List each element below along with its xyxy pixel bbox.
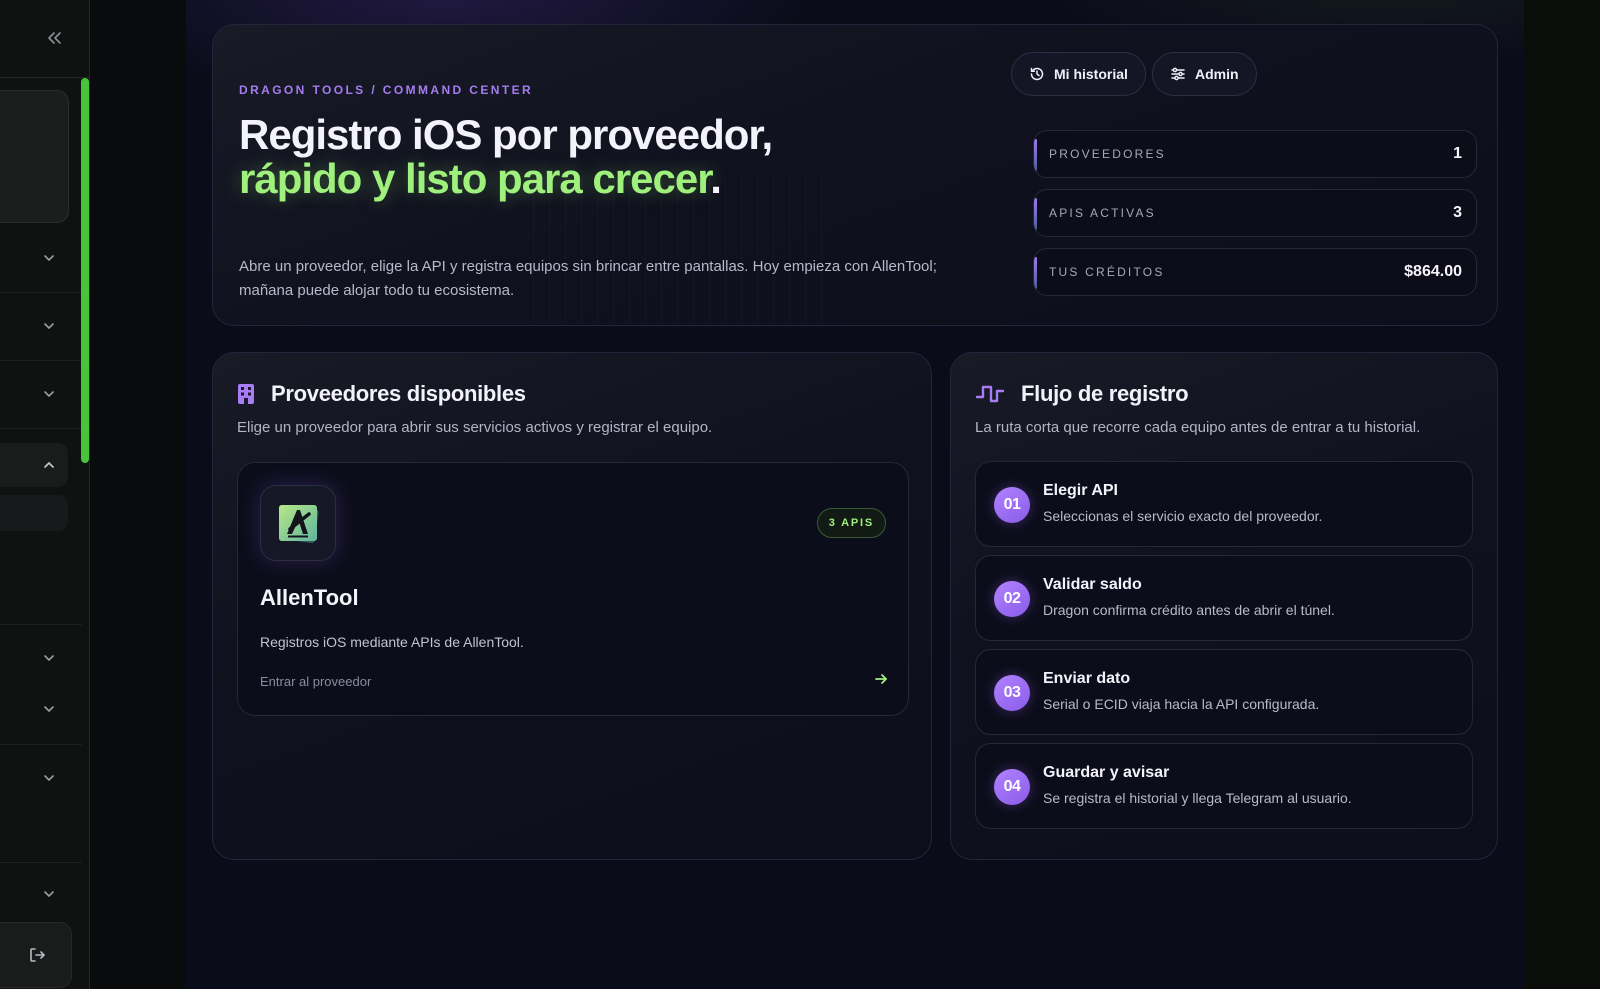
step-number: 04 xyxy=(994,769,1030,805)
provider-name: AllenTool xyxy=(260,585,359,610)
sidebar-divider xyxy=(0,77,90,78)
sliders-icon xyxy=(1171,67,1185,81)
chevron-down-icon xyxy=(44,891,54,897)
main-content: DRAGON TOOLS / COMMAND CENTER Registro i… xyxy=(186,0,1524,989)
step-description: Se registra el historial y llega Telegra… xyxy=(1043,790,1352,806)
stat-value: $864.00 xyxy=(1404,263,1462,280)
provider-logo xyxy=(260,485,336,561)
stat-providers: PROVEEDORES 1 xyxy=(1033,130,1477,178)
sidebar-divider xyxy=(0,744,82,745)
title-accent: rápido y listo para crecer xyxy=(239,155,711,202)
step-description: Serial o ECID viaja hacia la API configu… xyxy=(1043,696,1320,712)
providers-panel: Proveedores disponibles Elige un proveed… xyxy=(212,352,932,860)
admin-button-label: Admin xyxy=(1195,66,1239,82)
building-icon xyxy=(238,384,254,404)
flow-panel: Flujo de registro La ruta corta que reco… xyxy=(950,352,1498,860)
sidebar-divider xyxy=(0,360,82,361)
hero-description: Abre un proveedor, elige la API y regist… xyxy=(239,258,937,299)
stat-label: TUS CRÉDITOS xyxy=(1049,265,1165,279)
provider-description: Registros iOS mediante APIs de AllenTool… xyxy=(260,634,524,650)
sidebar-group-2[interactable] xyxy=(0,304,82,348)
stat-credits: TUS CRÉDITOS $864.00 xyxy=(1033,248,1477,296)
sidebar-group-4-expanded[interactable] xyxy=(0,443,68,487)
history-button-label: Mi historial xyxy=(1054,66,1128,82)
breadcrumb: DRAGON TOOLS / COMMAND CENTER xyxy=(239,83,534,97)
sidebar-subitem-active[interactable] xyxy=(0,495,68,531)
hero-panel: DRAGON TOOLS / COMMAND CENTER Registro i… xyxy=(212,24,1498,326)
chevron-down-icon xyxy=(44,255,54,261)
flow-step: 04 Guardar y avisar Se registra el histo… xyxy=(975,743,1473,829)
sidebar-group-1[interactable] xyxy=(0,236,82,280)
sidebar-group-3[interactable] xyxy=(0,372,82,416)
logout-button[interactable] xyxy=(0,922,72,988)
sidebar-divider xyxy=(0,862,82,863)
step-number: 03 xyxy=(994,675,1030,711)
sidebar-divider xyxy=(0,428,82,429)
title-end: . xyxy=(710,155,722,202)
step-number: 02 xyxy=(994,581,1030,617)
arrow-right-icon[interactable] xyxy=(874,672,888,686)
stat-label: PROVEEDORES xyxy=(1049,147,1166,161)
pulse-icon xyxy=(975,385,1005,403)
sidebar-profile-card[interactable] xyxy=(0,90,69,223)
step-description: Seleccionas el servicio exacto del prove… xyxy=(1043,508,1323,524)
sidebar-divider xyxy=(0,624,82,625)
step-title: Validar saldo xyxy=(1043,576,1142,593)
flow-title: Flujo de registro xyxy=(1021,381,1189,406)
providers-header: Proveedores disponibles xyxy=(237,381,526,407)
stat-value: 3 xyxy=(1453,204,1462,221)
history-button[interactable]: Mi historial xyxy=(1011,52,1146,96)
page-title: Registro iOS por proveedor, rápido y lis… xyxy=(239,113,799,201)
sidebar-gutter xyxy=(91,0,186,989)
step-number: 01 xyxy=(994,487,1030,523)
flow-step: 02 Validar saldo Dragon confirma crédito… xyxy=(975,555,1473,641)
flow-header: Flujo de registro xyxy=(975,381,1189,407)
allentool-logo-icon xyxy=(279,505,319,544)
admin-button[interactable]: Admin xyxy=(1152,52,1257,96)
sidebar-group-6[interactable] xyxy=(0,687,82,731)
step-title: Guardar y avisar xyxy=(1043,764,1170,781)
chevron-up-icon xyxy=(44,462,54,468)
stat-active-apis: APIS ACTIVAS 3 xyxy=(1033,189,1477,237)
step-title: Enviar dato xyxy=(1043,670,1131,687)
provider-card-allentool[interactable]: 3 APIS AllenTool Registros iOS mediante … xyxy=(237,462,909,716)
providers-title: Proveedores disponibles xyxy=(271,381,526,406)
sidebar-group-5[interactable] xyxy=(0,636,82,680)
sidebar-divider xyxy=(0,292,82,293)
stat-value: 1 xyxy=(1453,145,1462,162)
provider-api-count-badge: 3 APIS xyxy=(816,508,886,538)
right-edge xyxy=(1524,0,1600,989)
chevron-down-icon xyxy=(44,391,54,397)
flow-subtitle: La ruta corta que recorre cada equipo an… xyxy=(975,419,1421,436)
chevron-down-icon xyxy=(44,775,54,781)
providers-subtitle: Elige un proveedor para abrir sus servic… xyxy=(237,419,713,436)
sidebar-group-8[interactable] xyxy=(0,872,82,916)
chevron-down-icon xyxy=(44,655,54,661)
title-text: Registro iOS por proveedor, xyxy=(239,111,773,158)
logout-icon xyxy=(30,948,45,962)
collapse-sidebar-button[interactable] xyxy=(40,24,68,52)
flow-step: 01 Elegir API Seleccionas el servicio ex… xyxy=(975,461,1473,547)
sidebar-group-7[interactable] xyxy=(0,756,82,800)
double-chevron-left-icon xyxy=(48,32,61,44)
history-icon xyxy=(1030,67,1044,81)
step-description: Dragon confirma crédito antes de abrir e… xyxy=(1043,602,1335,618)
step-title: Elegir API xyxy=(1043,482,1118,499)
sidebar xyxy=(0,0,90,989)
chevron-down-icon xyxy=(44,323,54,329)
sidebar-scrollbar[interactable] xyxy=(81,78,89,463)
flow-step: 03 Enviar dato Serial o ECID viaja hacia… xyxy=(975,649,1473,735)
stat-label: APIS ACTIVAS xyxy=(1049,206,1156,220)
provider-enter-link[interactable]: Entrar al proveedor xyxy=(260,674,371,689)
chevron-down-icon xyxy=(44,706,54,712)
